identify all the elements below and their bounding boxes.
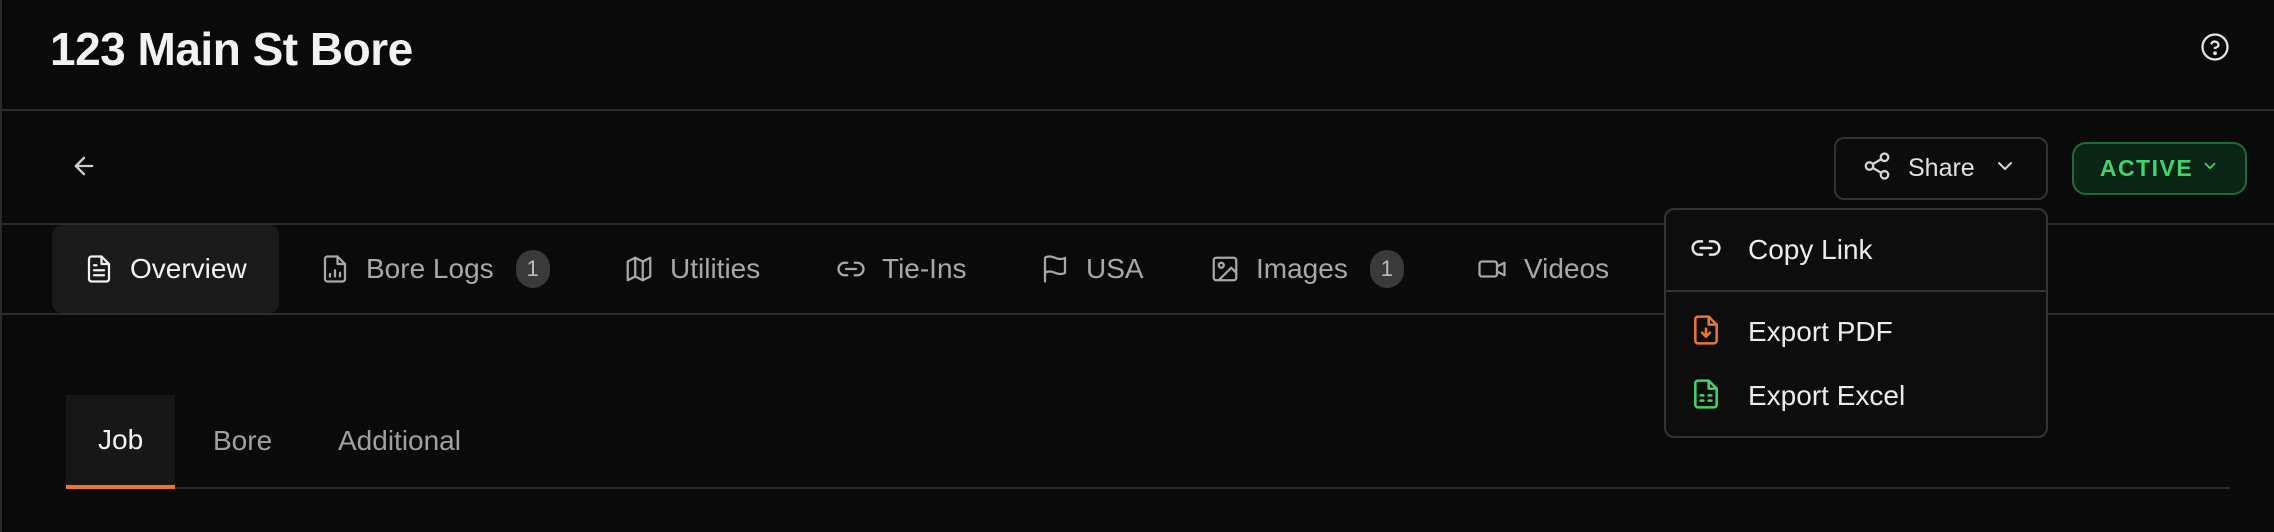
tab-images[interactable]: Images 1: [1210, 225, 1404, 313]
subtab-additional[interactable]: Additional: [338, 395, 461, 487]
chevron-down-icon: [1993, 154, 2017, 183]
share-icon: [1862, 151, 1892, 186]
link-icon: [836, 254, 866, 284]
chevron-down-icon: [2201, 157, 2219, 180]
tab-videos[interactable]: Videos: [1476, 225, 1609, 313]
tab-label: USA: [1086, 253, 1144, 284]
count-badge: 1: [1369, 250, 1404, 288]
subtab-job[interactable]: Job: [66, 395, 176, 489]
tab-label: Bore Logs: [366, 253, 494, 284]
app-root: 123 Main St Bore Share ACTIVE Overview B…: [0, 0, 2274, 532]
share-label: Share: [1908, 154, 1975, 182]
menu-item-label: Copy Link: [1748, 234, 1873, 265]
chart-file-icon: [320, 254, 350, 284]
map-icon: [624, 254, 654, 284]
image-icon: [1210, 254, 1240, 284]
subtab-bore[interactable]: Bore: [213, 395, 272, 487]
count-badge: 1: [515, 250, 550, 288]
page-title: 123 Main St Bore: [50, 23, 413, 75]
menu-item-copy-link[interactable]: Copy Link: [1666, 220, 2046, 280]
page-header: 123 Main St Bore: [2, 0, 2274, 111]
menu-item-export-excel[interactable]: Export Excel: [1666, 366, 2046, 426]
menu-item-label: Export PDF: [1748, 316, 1893, 347]
help-circle-icon[interactable]: [2198, 30, 2232, 64]
tab-utilities[interactable]: Utilities: [624, 225, 760, 313]
menu-divider: [1666, 290, 2046, 292]
menu-item-label: Export Excel: [1748, 380, 1906, 411]
menu-item-export-pdf[interactable]: Export PDF: [1666, 302, 2046, 362]
back-button[interactable]: [64, 148, 104, 188]
tab-usa[interactable]: USA: [1040, 225, 1144, 313]
file-download-icon: [1690, 314, 1722, 351]
tab-label: Tie-Ins: [882, 253, 967, 284]
arrow-left-icon: [70, 152, 98, 185]
link-icon: [1690, 232, 1722, 269]
tab-tie-ins[interactable]: Tie-Ins: [836, 225, 967, 313]
document-icon: [84, 254, 114, 284]
status-label: ACTIVE: [2099, 155, 2194, 181]
tab-label: Videos: [1524, 253, 1610, 284]
tab-label: Utilities: [670, 253, 761, 284]
spreadsheet-icon: [1690, 378, 1722, 415]
flag-icon: [1040, 254, 1070, 284]
tab-label: Overview: [130, 253, 247, 284]
status-badge[interactable]: ACTIVE: [2072, 142, 2247, 195]
tab-bore-logs[interactable]: Bore Logs 1: [320, 225, 550, 313]
video-icon: [1476, 254, 1508, 284]
tab-overview[interactable]: Overview: [52, 225, 279, 313]
share-menu: Copy Link Export PDF Export Excel: [1664, 208, 2048, 438]
share-button[interactable]: Share: [1834, 137, 2048, 200]
tab-label: Images: [1256, 253, 1348, 284]
